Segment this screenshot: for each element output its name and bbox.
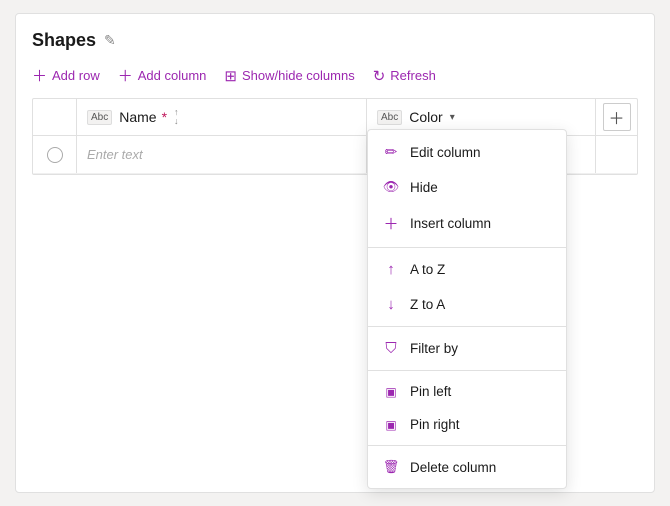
row-name-cell[interactable]: Enter text xyxy=(77,136,367,173)
panel-title: Shapes xyxy=(32,30,96,51)
z-to-a-icon: ↓ xyxy=(382,296,400,313)
add-column-icon-button[interactable]: ＋ xyxy=(603,103,631,131)
dropdown-item-filter-by[interactable]: ⛉ Filter by xyxy=(368,331,566,366)
dropdown-item-z-to-a[interactable]: ↓ Z to A xyxy=(368,287,566,322)
dropdown-divider-4 xyxy=(368,445,566,446)
show-hide-button[interactable]: ⊞ Show/hide columns xyxy=(224,67,354,85)
add-column-label: Add column xyxy=(138,68,207,83)
show-hide-label: Show/hide columns xyxy=(242,68,355,83)
row-checkbox-cell[interactable] xyxy=(33,136,77,173)
name-column-header[interactable]: Abc Name * ↑ ↓ xyxy=(77,99,367,135)
pin-right-label: Pin right xyxy=(410,417,460,432)
refresh-button[interactable]: ↻ Refresh xyxy=(373,67,436,85)
sort-desc-icon: ↓ xyxy=(174,117,179,126)
name-required-star: * xyxy=(162,109,167,125)
hide-label: Hide xyxy=(410,180,438,195)
add-column-button[interactable]: ＋ Add column xyxy=(118,65,207,86)
add-row-icon: ＋ xyxy=(32,65,47,86)
dropdown-item-hide[interactable]: 👁 Hide xyxy=(368,170,566,204)
checkbox-column-header xyxy=(33,99,77,135)
color-column-header[interactable]: Abc Color ▾ ✏ Edit column 👁 Hide xyxy=(367,99,595,135)
panel-header: Shapes ✎ xyxy=(32,30,638,51)
dropdown-item-pin-left[interactable]: ▣ Pin left xyxy=(368,375,566,408)
color-col-chevron-icon: ▾ xyxy=(450,112,455,123)
add-row-label: Add row xyxy=(52,68,100,83)
color-col-tag: Abc xyxy=(377,110,402,125)
dropdown-item-delete-column[interactable]: 🗑 Delete column xyxy=(368,450,566,484)
row-add-cell xyxy=(595,136,637,173)
name-col-label: Name xyxy=(119,109,156,125)
add-row-button[interactable]: ＋ Add row xyxy=(32,65,100,86)
z-to-a-label: Z to A xyxy=(410,297,445,312)
name-sort-icons: ↑ ↓ xyxy=(174,108,179,126)
grid-header-row: Abc Name * ↑ ↓ Abc Color ▾ ✏ Edit column xyxy=(33,99,637,136)
filter-by-icon: ⛉ xyxy=(382,340,400,357)
row-checkbox[interactable] xyxy=(47,147,63,163)
dropdown-item-pin-right[interactable]: ▣ Pin right xyxy=(368,408,566,441)
show-hide-icon: ⊞ xyxy=(224,67,237,85)
name-placeholder-text: Enter text xyxy=(87,147,143,162)
a-to-z-label: A to Z xyxy=(410,262,445,277)
pin-right-icon: ▣ xyxy=(382,418,400,432)
a-to-z-icon: ↑ xyxy=(382,261,400,278)
filter-by-label: Filter by xyxy=(410,341,458,356)
hide-icon: 👁 xyxy=(382,179,400,195)
refresh-label: Refresh xyxy=(390,68,436,83)
add-column-header-btn[interactable]: ＋ xyxy=(595,99,637,135)
dropdown-divider-3 xyxy=(368,370,566,371)
pin-left-label: Pin left xyxy=(410,384,451,399)
refresh-icon: ↻ xyxy=(373,67,386,85)
edit-column-label: Edit column xyxy=(410,145,481,160)
dropdown-item-edit-column[interactable]: ✏ Edit column xyxy=(368,134,566,170)
data-grid: Abc Name * ↑ ↓ Abc Color ▾ ✏ Edit column xyxy=(32,98,638,175)
toolbar: ＋ Add row ＋ Add column ⊞ Show/hide colum… xyxy=(32,65,638,86)
dropdown-item-a-to-z[interactable]: ↑ A to Z xyxy=(368,252,566,287)
add-column-icon: ＋ xyxy=(118,65,133,86)
dropdown-divider-2 xyxy=(368,326,566,327)
dropdown-item-insert-column[interactable]: ＋ Insert column xyxy=(368,204,566,243)
pin-left-icon: ▣ xyxy=(382,385,400,399)
delete-column-icon: 🗑 xyxy=(382,459,400,475)
edit-title-icon[interactable]: ✎ xyxy=(104,32,116,49)
name-col-tag: Abc xyxy=(87,110,112,125)
shapes-panel: Shapes ✎ ＋ Add row ＋ Add column ⊞ Show/h… xyxy=(15,13,655,493)
color-col-label: Color xyxy=(409,109,442,125)
dropdown-divider-1 xyxy=(368,247,566,248)
delete-column-label: Delete column xyxy=(410,460,496,475)
insert-column-label: Insert column xyxy=(410,216,491,231)
color-column-dropdown: ✏ Edit column 👁 Hide ＋ Insert column xyxy=(367,129,567,489)
insert-column-icon: ＋ xyxy=(382,213,400,234)
edit-column-icon: ✏ xyxy=(382,143,400,161)
